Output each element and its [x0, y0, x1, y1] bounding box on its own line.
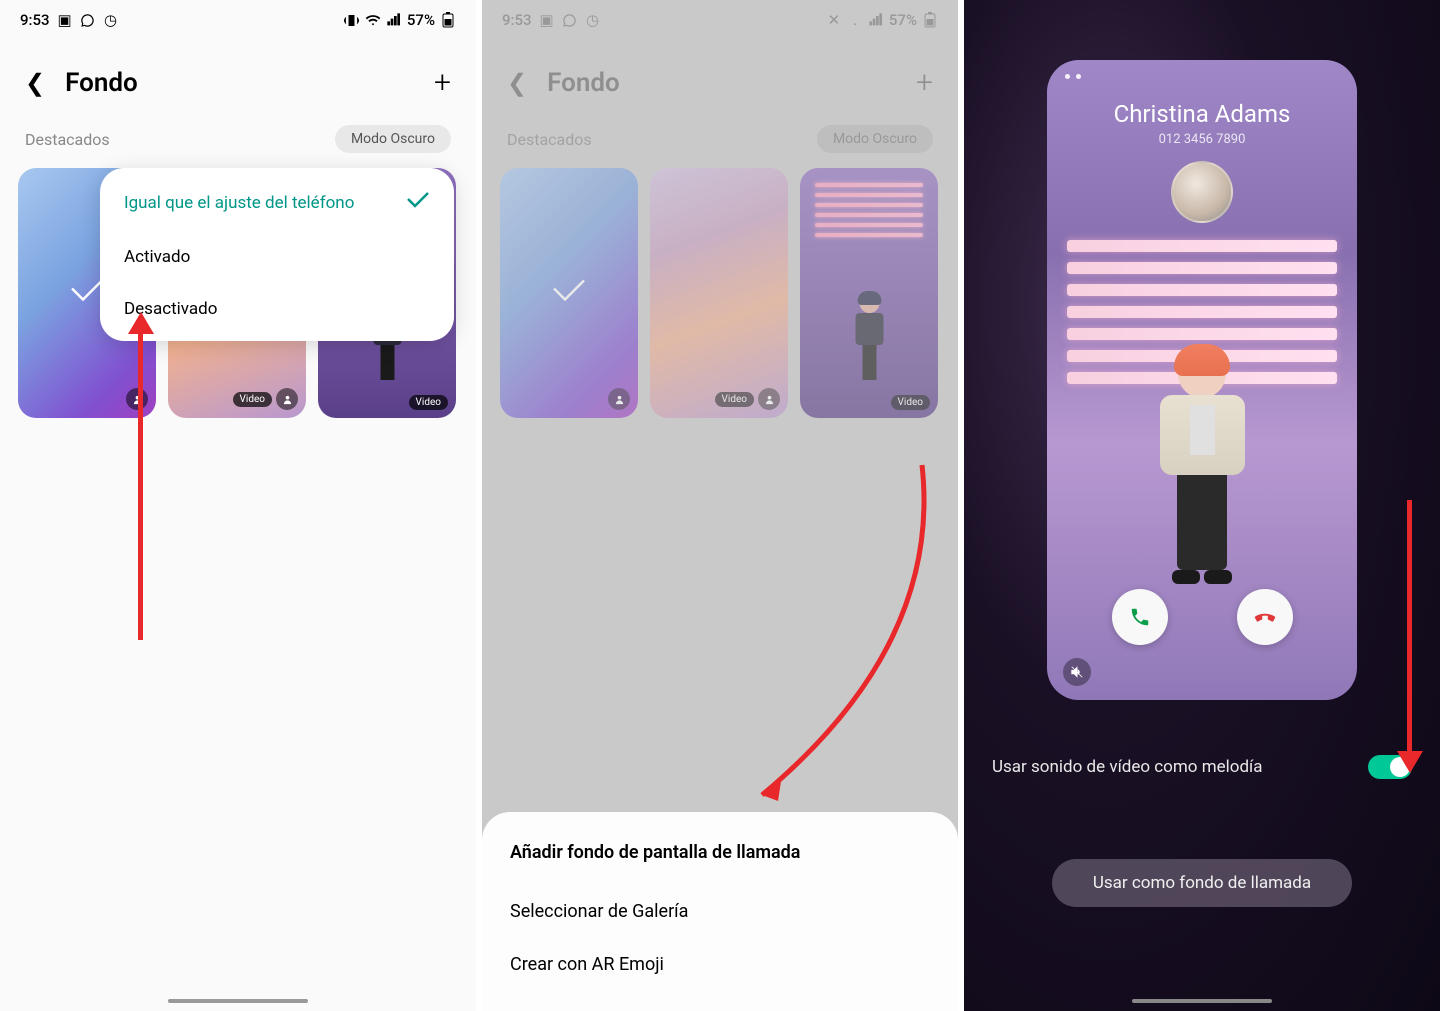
- battery-icon: [440, 12, 456, 28]
- status-battery: 57%: [407, 11, 435, 29]
- image-icon: ▣: [539, 12, 555, 28]
- avatar-figure: [842, 293, 897, 383]
- bottom-sheet: Añadir fondo de pantalla de llamada Sele…: [482, 812, 958, 1011]
- avatar-character: [1137, 350, 1267, 590]
- person-badge-icon: [276, 388, 298, 410]
- section-header: Destacados Modo Oscuro: [0, 115, 476, 163]
- status-battery: 57%: [889, 11, 917, 29]
- clock-icon: ◷: [103, 12, 119, 28]
- mute-icon: [1063, 658, 1091, 686]
- status-bar: 9:53 ▣ ◷ 57%: [0, 0, 476, 35]
- clock-icon: ◷: [585, 12, 601, 28]
- video-badge: Video: [891, 395, 930, 410]
- wallpaper-thumb-2[interactable]: Video: [650, 168, 788, 418]
- image-icon: ▣: [57, 12, 73, 28]
- person-badge-icon: [126, 388, 148, 410]
- home-indicator[interactable]: [1132, 999, 1272, 1003]
- sheet-item-ar-emoji[interactable]: Crear con AR Emoji: [510, 938, 930, 991]
- decline-call-button[interactable]: [1237, 589, 1293, 645]
- sheet-title: Añadir fondo de pantalla de llamada: [510, 842, 930, 863]
- featured-label: Destacados: [507, 130, 592, 149]
- add-button[interactable]: +: [434, 65, 451, 100]
- accept-call-button[interactable]: [1112, 589, 1168, 645]
- call-preview: Christina Adams 012 3456 7890: [1047, 60, 1357, 700]
- selected-check-icon: [70, 276, 104, 311]
- toggle-row: Usar sonido de vídeo como melodía: [964, 755, 1440, 779]
- video-badge: Video: [233, 392, 272, 407]
- featured-label: Destacados: [25, 130, 110, 149]
- signal-icon: [386, 12, 402, 28]
- preview-dots-icon: [1065, 74, 1081, 79]
- status-time: 9:53: [502, 11, 532, 29]
- home-indicator[interactable]: [168, 999, 308, 1003]
- add-button[interactable]: +: [916, 65, 933, 100]
- caller-name: Christina Adams: [1047, 100, 1357, 128]
- whatsapp-icon: [80, 12, 96, 28]
- back-button[interactable]: ❮: [25, 69, 45, 97]
- caller-avatar: [1171, 161, 1233, 223]
- page-title: Fondo: [65, 68, 414, 98]
- thumbnail-row: Video Video: [482, 163, 958, 423]
- use-as-background-button[interactable]: Usar como fondo de llamada: [1052, 859, 1352, 907]
- video-badge: Video: [409, 395, 448, 410]
- screen-3: Christina Adams 012 3456 7890 Usar sonid…: [964, 0, 1440, 1011]
- whatsapp-icon: [562, 12, 578, 28]
- annotation-arrow: [1407, 500, 1412, 755]
- wifi-icon: [847, 12, 863, 28]
- screen-1: 9:53 ▣ ◷ 57% ❮ Fondo + Destacados Modo O…: [0, 0, 476, 1011]
- battery-icon: [922, 12, 938, 28]
- header: ❮ Fondo +: [482, 35, 958, 115]
- status-time: 9:53: [20, 11, 50, 29]
- wallpaper-thumb-1[interactable]: [500, 168, 638, 418]
- caller-number: 012 3456 7890: [1047, 132, 1357, 147]
- video-badge: Video: [715, 392, 754, 407]
- vibrate-icon: ✕: [826, 12, 842, 28]
- person-badge-icon: [608, 388, 630, 410]
- popup-item-label: Activado: [124, 247, 190, 267]
- annotation-arrow: [742, 445, 942, 825]
- screen-2: 9:53 ▣ ◷ ✕ 57% ❮ Fondo + Destacados Modo…: [482, 0, 958, 1011]
- selected-check-icon: [552, 276, 586, 311]
- status-bar: 9:53 ▣ ◷ ✕ 57%: [482, 0, 958, 35]
- popup-item-same-as-phone[interactable]: Igual que el ajuste del teléfono: [100, 174, 454, 231]
- back-button[interactable]: ❮: [507, 69, 527, 97]
- page-title: Fondo: [547, 68, 896, 98]
- toggle-label: Usar sonido de vídeo como melodía: [992, 757, 1263, 777]
- sheet-item-gallery[interactable]: Seleccionar de Galería: [510, 885, 930, 938]
- header: ❮ Fondo +: [0, 35, 476, 115]
- dark-mode-chip[interactable]: Modo Oscuro: [817, 125, 933, 153]
- check-icon: [406, 190, 430, 215]
- annotation-arrow: [138, 330, 143, 640]
- signal-icon: [868, 12, 884, 28]
- popup-item-label: Igual que el ajuste del teléfono: [124, 193, 354, 213]
- wifi-icon: [365, 12, 381, 28]
- popup-item-activated[interactable]: Activado: [100, 231, 454, 283]
- vibrate-icon: [344, 12, 360, 28]
- dark-mode-chip[interactable]: Modo Oscuro: [335, 125, 451, 153]
- person-badge-icon: [758, 388, 780, 410]
- section-header: Destacados Modo Oscuro: [482, 115, 958, 163]
- wallpaper-thumb-3[interactable]: Video: [800, 168, 938, 418]
